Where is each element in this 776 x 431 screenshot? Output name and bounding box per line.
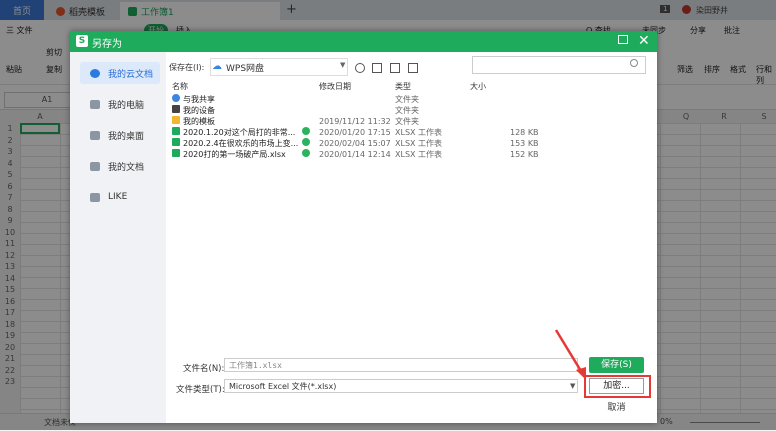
synced-check-icon [302, 127, 310, 135]
sidebar-item-label: 我的文档 [108, 162, 145, 173]
view-mode-icon[interactable] [408, 63, 418, 73]
list-item[interactable]: 与我共享 文件夹 [170, 94, 635, 105]
file-type: 文件夹 [395, 117, 419, 126]
header-date[interactable]: 修改日期 [319, 81, 351, 92]
sidebar-item-desktop[interactable]: 我的桌面 [80, 124, 160, 146]
filename-label: 文件名(N): [183, 364, 225, 374]
file-type: 文件夹 [395, 95, 419, 104]
file-type: XLSX 工作表 [395, 139, 443, 148]
folder-icon [172, 116, 180, 124]
dialog-title-bar[interactable]: S 另存为 ✕ [70, 31, 657, 52]
synced-check-icon [302, 138, 310, 146]
filename-input[interactable]: 工作簿1.xlsx [224, 358, 578, 372]
back-icon[interactable] [355, 63, 365, 73]
up-folder-icon[interactable] [372, 63, 382, 73]
header-size[interactable]: 大小 [470, 81, 486, 92]
sidebar-item-cloud-docs[interactable]: 我的云文档 [80, 62, 160, 84]
list-item[interactable]: 2020打的第一场破产局.xlsx 2020/01/14 12:14 XLSX … [170, 149, 635, 160]
share-icon [172, 94, 180, 102]
new-folder-icon[interactable] [390, 63, 400, 73]
spreadsheet-icon [172, 127, 180, 135]
file-name: 2020打的第一场破产局.xlsx [183, 150, 286, 159]
file-name: 与我共享 [183, 95, 215, 104]
synced-check-icon [302, 149, 310, 157]
file-date: 2020/02/04 15:07 [319, 139, 391, 148]
search-icon[interactable] [630, 59, 638, 67]
file-name: 2020.1.20对这个局打的非常... [183, 128, 296, 137]
filetype-label: 文件类型(T): [176, 385, 225, 395]
sidebar-item-documents[interactable]: 我的文档 [80, 155, 160, 177]
folder-icon [90, 192, 100, 202]
file-name: 我的设备 [183, 106, 215, 115]
list-item[interactable]: 2020.2.4在很欢乐的市场上变... 2020/02/04 15:07 XL… [170, 138, 635, 149]
device-icon [172, 105, 180, 113]
spreadsheet-icon [172, 149, 180, 157]
file-size: 128 KB [510, 128, 539, 137]
sidebar-item-label: 我的云文档 [108, 69, 154, 80]
folder-icon [90, 161, 100, 171]
cancel-button[interactable]: 取消 [589, 400, 644, 416]
sidebar-item-like[interactable]: LIKE [80, 186, 160, 208]
list-item[interactable]: 我的模板 2019/11/12 11:32 文件夹 [170, 116, 635, 127]
file-name: 2020.2.4在很欢乐的市场上变... [183, 139, 299, 148]
spreadsheet-icon [172, 138, 180, 146]
maximize-icon[interactable] [618, 35, 628, 44]
sidebar-item-my-computer[interactable]: 我的电脑 [80, 93, 160, 115]
sidebar-item-label: LIKE [108, 192, 128, 202]
dialog-title: 另存为 [92, 39, 122, 50]
file-size: 152 KB [510, 150, 539, 159]
file-name: 我的模板 [183, 117, 215, 126]
file-type: XLSX 工作表 [395, 128, 443, 137]
annotation-highlight-box [584, 375, 651, 398]
annotation-arrow-icon [554, 329, 586, 380]
search-input[interactable] [472, 56, 646, 74]
chevron-down-icon[interactable]: ▼ [340, 61, 345, 69]
save-as-dialog: S 另存为 ✕ 我的云文档 我的电脑 我的桌面 我的文档 LIKE 保存在(I)… [70, 31, 657, 423]
save-in-label: 保存在(I): [169, 63, 205, 72]
close-icon[interactable]: ✕ [638, 32, 650, 50]
filetype-select[interactable]: Microsoft Excel 文件(*.xlsx) [224, 379, 578, 393]
desktop-icon [90, 130, 100, 140]
list-item[interactable]: 我的设备 文件夹 [170, 105, 635, 116]
header-name[interactable]: 名称 [172, 81, 188, 92]
file-date: 2020/01/14 12:14 [319, 150, 391, 159]
sidebar-item-label: 我的电脑 [108, 100, 145, 111]
cloud-icon [90, 68, 100, 78]
sidebar-item-label: 我的桌面 [108, 131, 145, 142]
cloud-icon: ☁ [212, 61, 222, 72]
list-item[interactable]: 2020.1.20对这个局打的非常... 2020/01/20 17:15 XL… [170, 127, 635, 138]
file-type: XLSX 工作表 [395, 150, 443, 159]
save-button[interactable]: 保存(S) [589, 357, 644, 373]
file-list-header: 名称 修改日期 类型 大小 [170, 81, 635, 93]
file-date: 2019/11/12 11:32 [319, 117, 391, 126]
dialog-sidebar: 我的云文档 我的电脑 我的桌面 我的文档 LIKE [70, 52, 166, 423]
save-in-value: WPS网盘 [226, 64, 265, 74]
file-date: 2020/01/20 17:15 [319, 128, 391, 137]
computer-icon [90, 99, 100, 109]
wps-logo-icon: S [76, 35, 88, 47]
chevron-down-icon[interactable]: ▼ [570, 382, 575, 390]
file-type: 文件夹 [395, 106, 419, 115]
header-type[interactable]: 类型 [395, 81, 411, 92]
file-size: 153 KB [510, 139, 539, 148]
